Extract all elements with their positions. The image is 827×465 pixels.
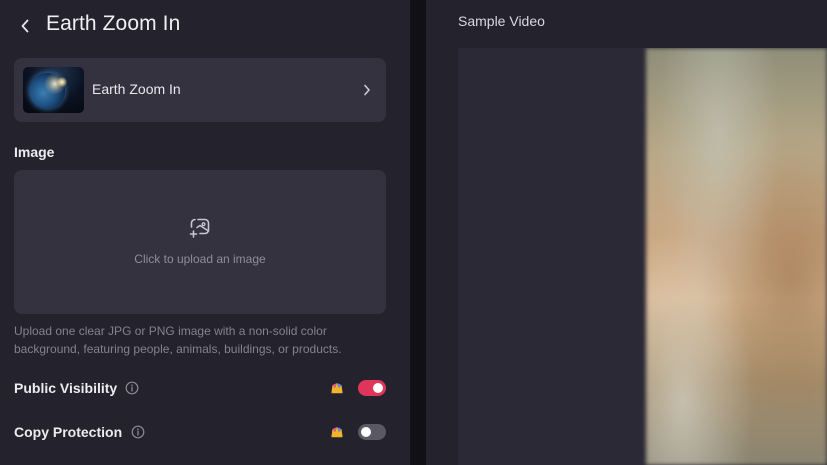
page-title: Earth Zoom In [46,12,181,35]
panel-header: Earth Zoom In [0,0,410,52]
copy-protection-label: Copy Protection [14,424,123,440]
image-upload-dropzone[interactable]: Click to upload an image [14,170,386,314]
chevron-right-icon [360,80,374,100]
sample-video-player[interactable] [458,48,827,465]
toggle-knob [361,427,371,437]
copy-protection-row: Copy Protection [14,420,386,444]
info-icon[interactable] [125,381,139,395]
video-frame [646,48,827,465]
sun-flare-graphic [57,77,67,87]
crown-icon [331,383,343,394]
preview-panel: Sample Video [426,0,827,465]
template-card[interactable]: Earth Zoom In [14,58,386,122]
info-icon[interactable] [131,425,145,439]
image-upload-icon [189,218,210,238]
chevron-left-icon [21,19,29,33]
upload-prompt: Click to upload an image [134,252,266,266]
public-visibility-row: Public Visibility [14,376,386,400]
public-visibility-label: Public Visibility [14,380,118,396]
image-section-label: Image [14,144,55,160]
template-name: Earth Zoom In [92,81,181,97]
public-visibility-toggle[interactable] [358,380,386,396]
toggle-knob [373,383,383,393]
sample-video-title: Sample Video [458,13,545,29]
template-thumbnail [23,67,84,113]
back-button[interactable] [14,14,36,38]
crown-icon [331,427,343,438]
copy-protection-toggle[interactable] [358,424,386,440]
settings-panel: Earth Zoom In Earth Zoom In Image Click … [0,0,410,465]
app-window: Earth Zoom In Earth Zoom In Image Click … [0,0,827,465]
upload-hint: Upload one clear JPG or PNG image with a… [14,324,342,356]
panel-divider [410,0,426,465]
